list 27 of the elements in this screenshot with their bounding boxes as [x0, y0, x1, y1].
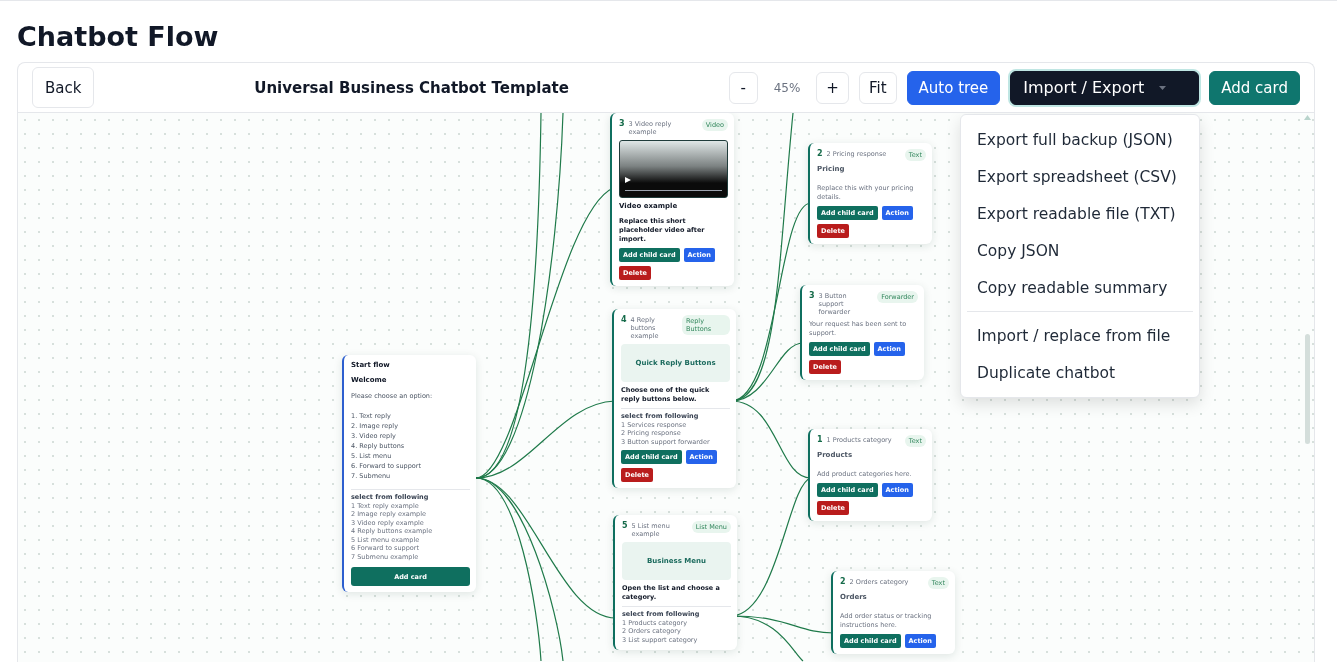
- card-number: 1: [817, 435, 823, 445]
- import-export-dropdown[interactable]: Import / Export: [1010, 70, 1200, 105]
- menu-item[interactable]: Import / replace from file: [961, 317, 1199, 354]
- zoom-out-button[interactable]: -: [728, 71, 758, 104]
- play-icon[interactable]: [625, 177, 631, 183]
- card-number: 3: [809, 291, 815, 301]
- menu-item[interactable]: Export readable file (TXT): [961, 195, 1199, 232]
- card-number: 3: [619, 119, 625, 129]
- card-number: 2: [840, 577, 846, 587]
- chatbot-title: Universal Business Chatbot Template: [253, 78, 570, 97]
- add-card-button[interactable]: Add card: [1209, 70, 1300, 105]
- card-number: 2: [817, 149, 823, 159]
- card-number: 5: [622, 521, 628, 531]
- menu-item[interactable]: Copy JSON: [961, 232, 1199, 269]
- caret-icon: [1159, 85, 1167, 90]
- page-title: Chatbot Flow: [17, 21, 220, 53]
- zoom-in-button[interactable]: +: [816, 71, 849, 104]
- menu-item[interactable]: Copy readable summary: [961, 269, 1199, 306]
- card-number: 4: [621, 315, 627, 325]
- auto-tree-button[interactable]: Auto tree: [906, 70, 1001, 105]
- menu-item[interactable]: Export spreadsheet (CSV): [961, 158, 1199, 195]
- zoom-level: 45%: [772, 80, 802, 95]
- menu-item[interactable]: Duplicate chatbot: [961, 354, 1199, 391]
- menu-item[interactable]: Export full backup (JSON): [961, 121, 1199, 158]
- back-button[interactable]: Back: [32, 67, 95, 108]
- scrollbar-thumb[interactable]: [1305, 334, 1310, 444]
- fit-button[interactable]: Fit: [858, 71, 897, 104]
